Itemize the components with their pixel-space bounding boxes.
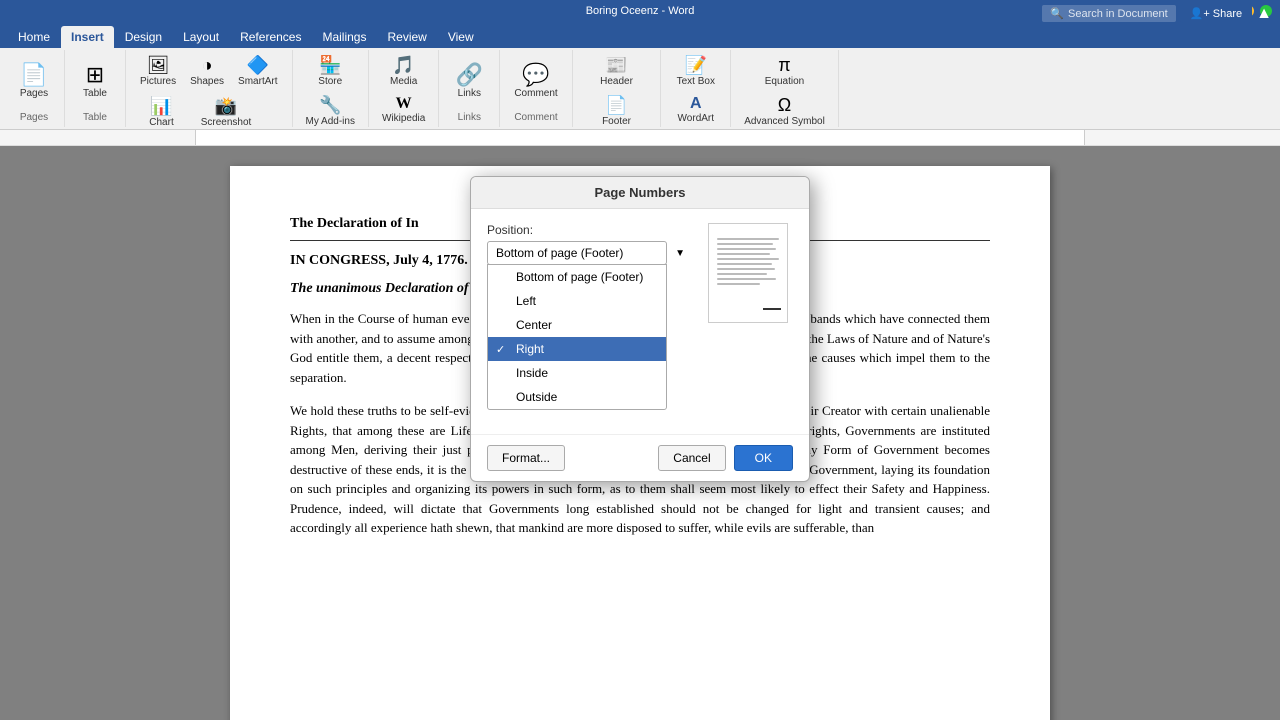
- share-button[interactable]: 👤+ Share: [1180, 4, 1252, 23]
- pages-button[interactable]: 📄 Pages: [12, 60, 56, 103]
- tab-view[interactable]: View: [438, 26, 484, 48]
- table-group-label: Table: [83, 112, 107, 125]
- dropdown-item-bottom[interactable]: Bottom of page (Footer): [488, 265, 666, 289]
- dialog-footer-right: Cancel OK: [658, 445, 793, 471]
- textbox-icon: 📝: [685, 55, 707, 76]
- position-label: Position:: [487, 223, 691, 237]
- pages-icon: 📄: [20, 64, 47, 86]
- dropdown-item-inside[interactable]: Inside: [488, 361, 666, 385]
- ribbon-group-table: ⊞ Table Table: [65, 50, 126, 127]
- footer-icon: 📄: [605, 95, 627, 116]
- wordart-button[interactable]: A WordArt: [673, 92, 720, 127]
- modal-overlay: Page Numbers Position: Bottom of page (F…: [0, 146, 1280, 720]
- search-placeholder: Search in Document: [1068, 8, 1168, 20]
- equation-icon: π: [778, 55, 790, 76]
- pictures-icon: 🖼: [147, 56, 170, 74]
- search-box[interactable]: 🔍 Search in Document: [1042, 5, 1175, 22]
- addins-icon: 🔧: [319, 95, 341, 116]
- screenshot-icon: 📸: [215, 97, 237, 115]
- comment-button[interactable]: 💬 Comment: [508, 60, 563, 103]
- shapes-button[interactable]: ◑ Shapes: [184, 52, 230, 91]
- wikipedia-icon: W: [396, 95, 412, 113]
- links-icon: 🔗: [456, 64, 483, 86]
- tab-references[interactable]: References: [230, 26, 311, 48]
- format-button[interactable]: Format...: [487, 445, 565, 471]
- store-button[interactable]: 🏪 Store: [313, 52, 347, 90]
- wordart-icon: A: [690, 95, 702, 113]
- table-icon: ⊞: [86, 64, 104, 86]
- dropdown-item-left[interactable]: Left: [488, 289, 666, 313]
- share-icon: 👤+: [1190, 7, 1210, 20]
- ribbon-group-media: 🎵 Media W Wikipedia Media: [369, 50, 439, 127]
- position-select-wrapper: Bottom of page (Footer) ▼: [487, 241, 691, 265]
- header-icon: 📰: [605, 55, 627, 76]
- media-icon: 🎵: [392, 55, 414, 76]
- preview-lines: [717, 238, 779, 288]
- chart-button[interactable]: 📊 Chart: [134, 93, 189, 130]
- cancel-button[interactable]: Cancel: [658, 445, 725, 471]
- my-addins-button[interactable]: 🔧 My Add-ins: [301, 92, 360, 130]
- ribbon-collapse-icon[interactable]: ▲: [1256, 5, 1272, 23]
- symbol-icon: Ω: [778, 95, 791, 116]
- dialog-right-panel: [703, 223, 793, 420]
- position-field-row: Position: Bottom of page (Footer) ▼ Bott…: [487, 223, 691, 410]
- screenshot-button[interactable]: 📸 Screenshot: [191, 93, 261, 130]
- ok-button[interactable]: OK: [734, 445, 793, 471]
- pages-group-label: Pages: [20, 112, 48, 125]
- dialog-title: Page Numbers: [471, 177, 809, 209]
- chart-icon: 📊: [150, 97, 172, 115]
- dropdown-item-right[interactable]: ✓ Right: [488, 337, 666, 361]
- table-button[interactable]: ⊞ Table: [73, 60, 117, 103]
- tab-home[interactable]: Home: [8, 26, 60, 48]
- links-button[interactable]: 🔗 Links: [447, 60, 491, 103]
- dropdown-item-center[interactable]: Center: [488, 313, 666, 337]
- ribbon: 📄 Pages Pages ⊞ Table Table 🖼 Pictures ◑: [0, 48, 1280, 130]
- app-title: Boring Oceenz - Word: [586, 5, 695, 17]
- ruler: [0, 130, 1280, 146]
- comment-icon: 💬: [522, 64, 549, 86]
- tab-layout[interactable]: Layout: [173, 26, 229, 48]
- symbol-button[interactable]: Ω Advanced Symbol: [739, 92, 830, 130]
- dialog-body: Position: Bottom of page (Footer) ▼ Bott…: [471, 209, 809, 434]
- document-area: The Declaration of In IN CONGRESS, July …: [0, 146, 1280, 720]
- ribbon-group-links: 🔗 Links Links: [439, 50, 500, 127]
- smartart-icon: 🔷: [247, 56, 269, 74]
- page-numbers-dialog: Page Numbers Position: Bottom of page (F…: [470, 176, 810, 482]
- preview-footer-number: [763, 308, 781, 310]
- dropdown-item-outside[interactable]: Outside: [488, 385, 666, 409]
- shapes-icon: ◑: [202, 56, 213, 74]
- textbox-button[interactable]: 📝 Text Box: [672, 52, 720, 90]
- pages-label: Pages: [20, 88, 48, 99]
- equation-button[interactable]: π Equation: [760, 52, 809, 90]
- media-button[interactable]: 🎵 Media: [385, 52, 422, 90]
- ribbon-group-illustrations: 🖼 Pictures ◑ Shapes 🔷 SmartArt 📊 Chart: [126, 50, 293, 127]
- tab-mailings[interactable]: Mailings: [312, 26, 376, 48]
- tab-review[interactable]: Review: [377, 26, 436, 48]
- dialog-left-panel: Position: Bottom of page (Footer) ▼ Bott…: [487, 223, 691, 420]
- wikipedia-button[interactable]: W Wikipedia: [377, 92, 430, 127]
- smartart-button[interactable]: 🔷 SmartArt: [232, 52, 283, 91]
- ribbon-group-comments: 💬 Comment Comment: [500, 50, 572, 127]
- table-label: Table: [83, 88, 107, 99]
- ruler-inner: [195, 130, 1085, 145]
- page-number-preview: [708, 223, 788, 323]
- ribbon-group-symbols: π Equation Ω Advanced Symbol: [731, 50, 839, 127]
- footer-button[interactable]: 📄 Footer: [597, 92, 636, 130]
- position-select-arrow-icon: ▼: [675, 248, 685, 259]
- header-button[interactable]: 📰 Header: [595, 52, 638, 90]
- ribbon-group-text: 📝 Text Box A WordArt A Drop Cap: [661, 50, 731, 127]
- position-select-display[interactable]: Bottom of page (Footer): [487, 241, 667, 265]
- store-icon: 🏪: [319, 55, 341, 76]
- tab-design[interactable]: Design: [115, 26, 172, 48]
- ribbon-tabs: Home Insert Design Layout References Mai…: [0, 22, 1280, 48]
- dialog-footer: Format... Cancel OK: [471, 434, 809, 481]
- selected-check-icon: ✓: [496, 343, 510, 356]
- ribbon-group-pages: 📄 Pages Pages: [4, 50, 65, 127]
- ribbon-group-header-footer: 📰 Header 📄 Footer 🔢 Page Number: [573, 50, 662, 127]
- pictures-button[interactable]: 🖼 Pictures: [134, 52, 182, 91]
- alignment-dropdown: Bottom of page (Footer) Left Center: [487, 264, 667, 410]
- ribbon-group-addins: 🏪 Store 🔧 My Add-ins: [293, 50, 369, 127]
- tab-insert[interactable]: Insert: [61, 26, 114, 48]
